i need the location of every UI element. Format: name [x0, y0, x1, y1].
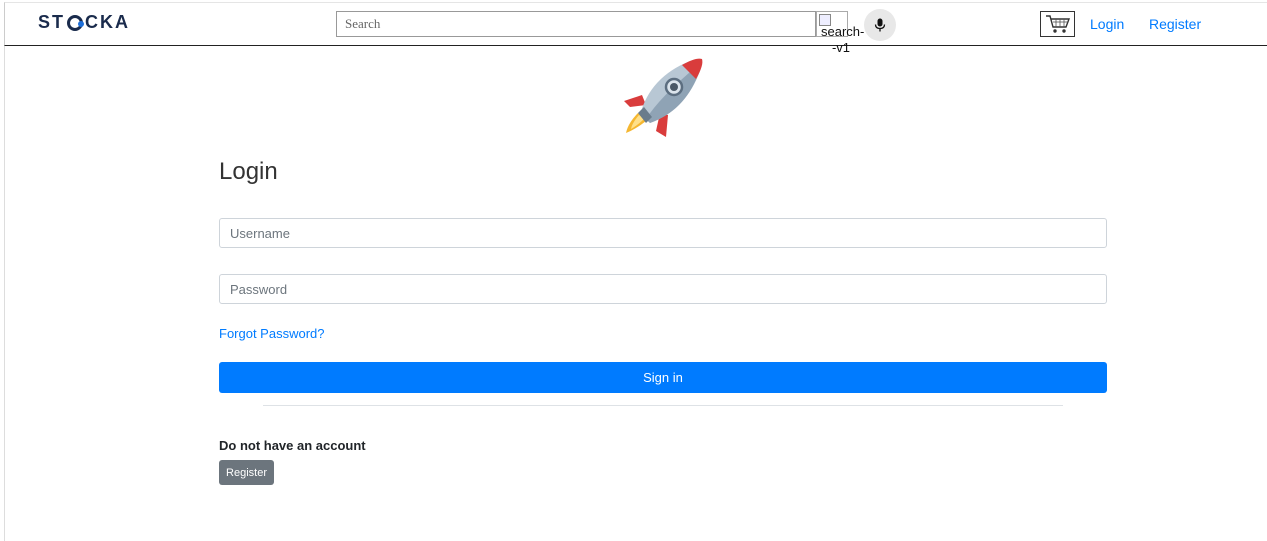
- logo-text-left: ST: [38, 12, 66, 32]
- top-navbar: ST CKA search--v1 Login Register: [4, 2, 1267, 55]
- no-account-text: Do not have an account: [219, 438, 366, 453]
- search-image-button[interactable]: search--v1: [816, 11, 864, 55]
- cart-button[interactable]: [1040, 11, 1075, 37]
- logo-mark-icon: [67, 14, 85, 31]
- page-left-border: [4, 46, 5, 541]
- username-input[interactable]: [219, 218, 1107, 248]
- nav-login-link[interactable]: Login: [1090, 16, 1124, 32]
- form-divider: [263, 405, 1063, 406]
- search-image-alt-text: search--v1: [821, 24, 865, 55]
- mic-icon: [874, 18, 886, 32]
- login-title: Login: [219, 158, 278, 185]
- search-input[interactable]: [336, 11, 816, 37]
- nav-register-link[interactable]: Register: [1149, 16, 1201, 32]
- brand-logo[interactable]: ST CKA: [38, 12, 130, 33]
- voice-search-button[interactable]: [864, 9, 896, 41]
- register-button[interactable]: Register: [219, 460, 274, 485]
- password-input[interactable]: [219, 274, 1107, 304]
- rocket-icon: [624, 58, 703, 137]
- cart-icon: [1045, 15, 1070, 33]
- forgot-password-link[interactable]: Forgot Password?: [219, 326, 325, 341]
- sign-in-button[interactable]: Sign in: [219, 362, 1107, 393]
- logo-text-right: CKA: [85, 12, 131, 32]
